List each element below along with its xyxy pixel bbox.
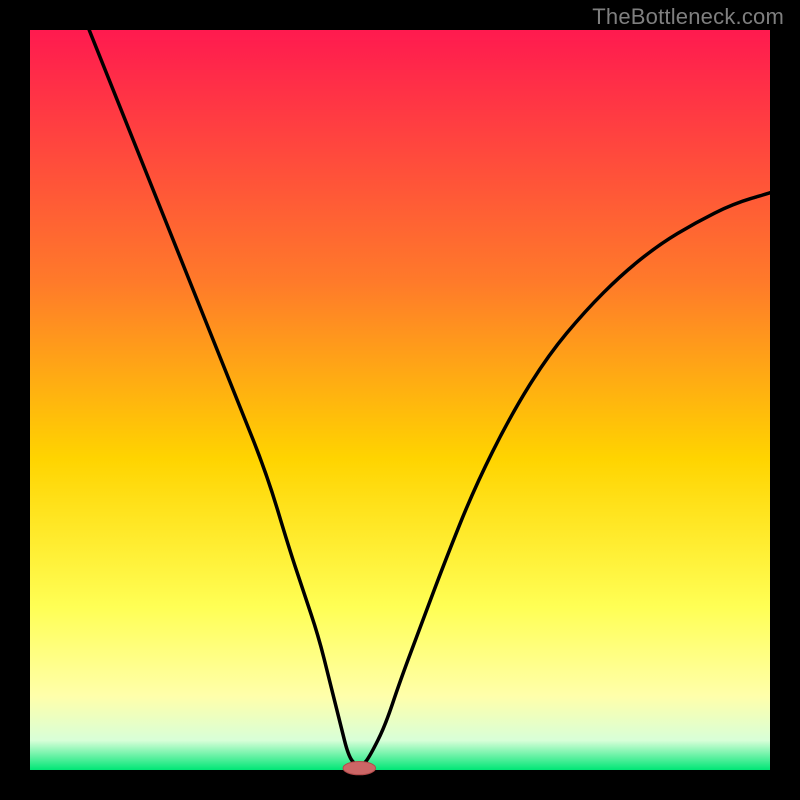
chart-svg	[0, 0, 800, 800]
attribution-text: TheBottleneck.com	[592, 4, 784, 30]
chart-frame: TheBottleneck.com	[0, 0, 800, 800]
plot-background	[30, 30, 770, 770]
optimal-marker	[343, 761, 376, 774]
